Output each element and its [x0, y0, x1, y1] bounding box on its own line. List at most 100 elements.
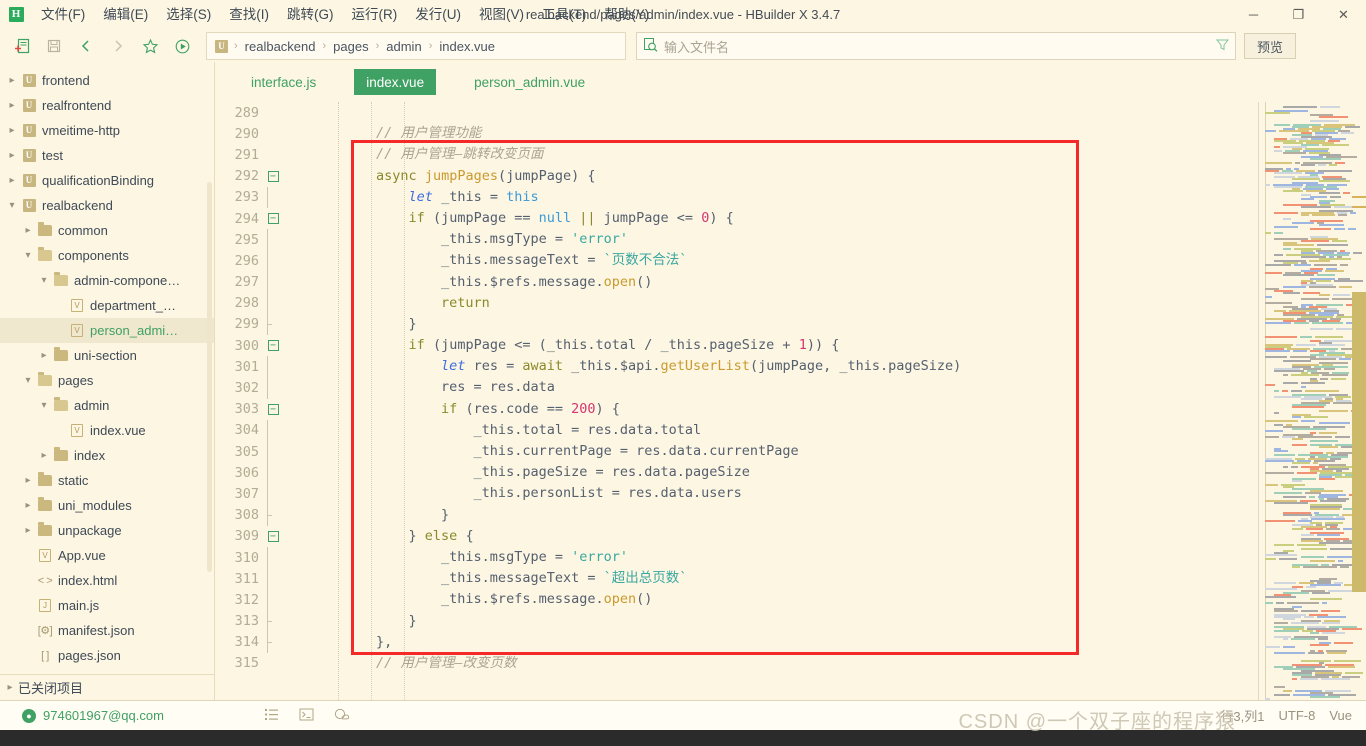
- tree-item-realfrontend[interactable]: ▸ Urealfrontend: [0, 93, 214, 118]
- file-search-box[interactable]: 输入文件名: [636, 32, 1236, 60]
- tree-item-static[interactable]: ▸ static: [0, 468, 214, 493]
- cloud-plugin-icon[interactable]: [334, 707, 350, 725]
- breadcrumb-item-pages[interactable]: pages: [330, 39, 371, 54]
- editor-vertical-scrollbar[interactable]: [1352, 102, 1366, 700]
- language-mode[interactable]: Vue: [1329, 708, 1352, 723]
- code-line[interactable]: _this.pageSize = res.data.pageSize: [311, 462, 1258, 483]
- code-line[interactable]: }: [311, 611, 1258, 632]
- menu-select[interactable]: 选择(S): [157, 0, 220, 30]
- code-line[interactable]: }: [311, 314, 1258, 335]
- account-status[interactable]: ● 974601967@qq.com: [22, 708, 164, 723]
- scrollbar-thumb[interactable]: [1352, 292, 1366, 592]
- code-line[interactable]: res = res.data: [311, 377, 1258, 398]
- code-line[interactable]: _this.msgType = 'error': [311, 229, 1258, 250]
- maximize-button[interactable]: ❐: [1276, 0, 1321, 30]
- editor-tab-index-vue[interactable]: index.vue: [354, 69, 437, 95]
- tree-item-admin-compone[interactable]: ▾ admin-compone…: [0, 268, 214, 293]
- chevron-down-icon[interactable]: ▾: [36, 400, 52, 411]
- menu-find[interactable]: 查找(I): [220, 0, 278, 30]
- code-line[interactable]: if (res.code == 200) {: [311, 399, 1258, 420]
- chevron-right-icon[interactable]: ▸: [4, 175, 20, 186]
- code-line[interactable]: _this.msgType = 'error': [311, 547, 1258, 568]
- tree-item-vmeitime-http[interactable]: ▸ Uvmeitime-http: [0, 118, 214, 143]
- chevron-right-icon[interactable]: ▸: [20, 225, 36, 236]
- code-line[interactable]: if (jumpPage == null || jumpPage <= 0) {: [311, 208, 1258, 229]
- menu-tools[interactable]: 工具(T): [533, 0, 595, 30]
- code-line[interactable]: } else {: [311, 526, 1258, 547]
- chevron-right-icon[interactable]: ▸: [4, 75, 20, 86]
- chevron-right-icon[interactable]: ▸: [36, 350, 52, 361]
- cursor-position[interactable]: 行3,列1: [1220, 706, 1264, 725]
- chevron-down-icon[interactable]: ▾: [20, 375, 36, 386]
- code-line[interactable]: [311, 102, 1258, 123]
- tree-item-main.js[interactable]: Jmain.js: [0, 593, 214, 618]
- sidebar-scrollbar[interactable]: [207, 182, 212, 572]
- code-line[interactable]: let _this = this: [311, 187, 1258, 208]
- terminal-icon[interactable]: [299, 707, 314, 725]
- chevron-down-icon[interactable]: ▾: [36, 275, 52, 286]
- fold-toggle-icon[interactable]: −: [262, 170, 284, 182]
- editor-code-content[interactable]: // 用户管理功能 // 用户管理—跳转改变页面 async jumpPages…: [307, 102, 1258, 700]
- tree-item-index[interactable]: ▸ index: [0, 443, 214, 468]
- code-line[interactable]: _this.$refs.message.open(): [311, 589, 1258, 610]
- breadcrumb-item-admin[interactable]: admin: [383, 39, 424, 54]
- editor-tab-interface-js[interactable]: interface.js: [239, 69, 328, 95]
- fold-toggle-icon[interactable]: −: [262, 213, 284, 225]
- editor-tab-person_admin-vue[interactable]: person_admin.vue: [462, 69, 597, 95]
- code-line[interactable]: _this.messageText = `页数不合法`: [311, 250, 1258, 271]
- project-tree[interactable]: ▸ Ufrontend ▸ Urealfrontend ▸ Uvmeitime-http ▸…: [0, 62, 214, 674]
- encoding-label[interactable]: UTF-8: [1279, 708, 1316, 723]
- tree-item-uni-section[interactable]: ▸ uni-section: [0, 343, 214, 368]
- code-line[interactable]: // 用户管理—跳转改变页面: [311, 144, 1258, 165]
- code-editor[interactable]: 289 290 291 292−293 294−295 296 297 298 299 300−3…: [215, 102, 1366, 700]
- breadcrumb-item-file[interactable]: index.vue: [436, 39, 498, 54]
- code-line[interactable]: let res = await _this.$api.getUserList(j…: [311, 356, 1258, 377]
- code-line[interactable]: _this.messageText = `超出总页数`: [311, 568, 1258, 589]
- fold-toggle-icon[interactable]: −: [262, 530, 284, 542]
- menu-view[interactable]: 视图(V): [470, 0, 533, 30]
- menu-edit[interactable]: 编辑(E): [94, 0, 157, 30]
- account-email[interactable]: 974601967@qq.com: [43, 708, 164, 723]
- close-button[interactable]: ✕: [1321, 0, 1366, 30]
- menu-file[interactable]: 文件(F): [32, 0, 94, 30]
- chevron-right-icon[interactable]: ▸: [20, 475, 36, 486]
- tree-item-qualificationbinding[interactable]: ▸ UqualificationBinding: [0, 168, 214, 193]
- code-line[interactable]: _this.currentPage = res.data.currentPage: [311, 441, 1258, 462]
- chevron-right-icon[interactable]: ▸: [20, 500, 36, 511]
- tree-item-unpackage[interactable]: ▸ unpackage: [0, 518, 214, 543]
- minimize-button[interactable]: ─: [1231, 0, 1276, 30]
- new-file-icon[interactable]: [6, 32, 38, 60]
- code-line[interactable]: },: [311, 632, 1258, 653]
- chevron-down-icon[interactable]: ▾: [4, 200, 20, 211]
- menu-goto[interactable]: 跳转(G): [278, 0, 343, 30]
- filter-icon[interactable]: [1215, 38, 1230, 54]
- save-icon[interactable]: [38, 32, 70, 60]
- chevron-right-icon[interactable]: ▸: [4, 150, 20, 161]
- breadcrumb-item-project[interactable]: realbackend: [242, 39, 319, 54]
- tree-item-uni_modules[interactable]: ▸ uni_modules: [0, 493, 214, 518]
- search-input[interactable]: 输入文件名: [664, 37, 729, 56]
- back-arrow-icon[interactable]: [70, 32, 102, 60]
- tree-item-realbackend[interactable]: ▾ Urealbackend: [0, 193, 214, 218]
- tree-item-index.vue[interactable]: Vindex.vue: [0, 418, 214, 443]
- tree-item-pages.json[interactable]: [ ] pages.json: [0, 643, 214, 668]
- outline-list-icon[interactable]: [264, 707, 279, 725]
- tree-item-components[interactable]: ▾ components: [0, 243, 214, 268]
- tree-item-app.vue[interactable]: V App.vue: [0, 543, 214, 568]
- code-line[interactable]: return: [311, 293, 1258, 314]
- tree-item-frontend[interactable]: ▸ Ufrontend: [0, 68, 214, 93]
- chevron-right-icon[interactable]: ▸: [4, 100, 20, 111]
- star-icon[interactable]: [134, 32, 166, 60]
- breadcrumb[interactable]: U › realbackend › pages › admin › index.…: [206, 32, 626, 60]
- run-play-icon[interactable]: [166, 32, 198, 60]
- forward-arrow-icon[interactable]: [102, 32, 134, 60]
- tree-item-pages[interactable]: ▾ pages: [0, 368, 214, 393]
- code-line[interactable]: _this.total = res.data.total: [311, 420, 1258, 441]
- chevron-down-icon[interactable]: ▾: [20, 250, 36, 261]
- code-line[interactable]: if (jumpPage <= (_this.total / _this.pag…: [311, 335, 1258, 356]
- code-line[interactable]: // 用户管理功能: [311, 123, 1258, 144]
- code-line[interactable]: async jumpPages(jumpPage) {: [311, 166, 1258, 187]
- fold-toggle-icon[interactable]: −: [262, 340, 284, 352]
- tree-item-manifest.json[interactable]: [⚙] manifest.json: [0, 618, 214, 643]
- code-minimap[interactable]: [1258, 102, 1366, 700]
